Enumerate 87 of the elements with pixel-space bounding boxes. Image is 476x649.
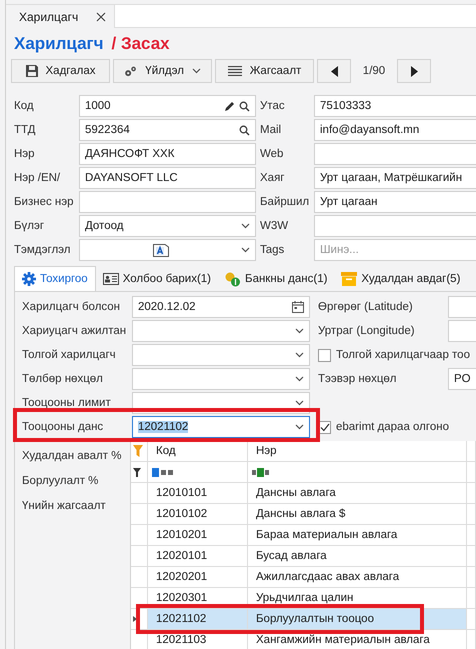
input-field[interactable]: ДАЯНСОФТ ХХК [79,143,256,165]
table-cell[interactable]: Дансны авлага $ [248,504,467,525]
table-row[interactable]: 12021102 Борлуулалтын тооцоо [131,609,476,630]
field-label: Төлбөр нөхцөл [22,373,104,385]
field-label: Харилцагч болсон [22,301,122,313]
date-field[interactable]: 2020.12.02 [132,296,310,318]
field-value: 12021102 [138,421,190,433]
table-cell[interactable]: Дансны авлага [248,483,467,504]
input-field[interactable]: DAYANSOFT LLC [79,167,256,189]
table-row[interactable]: 12010201 Бараа материалын авлага [131,525,476,546]
placeholder: Шинэ... [320,244,360,256]
table-cell[interactable]: 12020201 [148,567,248,588]
tab[interactable]: Банкны данс(1) [218,267,334,291]
field-value: 5922364 [85,124,131,136]
table-cell[interactable]: 12021103 [148,630,248,649]
tab[interactable]: Тохиргоо [14,266,96,291]
field-label: Худалдан авалт % [22,448,122,464]
table-row[interactable]: 12020201 Ажиллагсдаас авах авлага [131,567,476,588]
field-label: Үнийн жагсаалт [22,498,107,514]
field-value: 1000 [85,100,112,112]
field-label: Нэр [14,148,36,160]
table-cell[interactable]: 12021102 [148,609,248,630]
field-label: Тээвэр нөхцөл [317,373,398,385]
field-label: Борлуулалт % [22,474,100,488]
table-row[interactable]: 12021103 Хангамжийн материалын авлага [131,630,476,649]
toolbar-button[interactable]: Хадгалах [11,59,110,83]
field-value: DAYANSOFT LLC [85,172,179,184]
input-field[interactable]: 1000 [79,95,256,117]
input-field[interactable]: Урт цагаан, Матрёшкагийн [314,167,476,189]
tab[interactable]: Худалдан авдаг(5) [334,267,468,291]
field-value: ДАЯНСОФТ ХХК [85,148,176,160]
field-value: info@dayansoft.mn [320,124,420,136]
field-value: Дотоод [85,220,124,232]
field-label: Тооцооны данс [22,421,104,433]
page-title: Харилцагч [14,34,104,55]
input-field[interactable]: 5922364 [79,119,256,141]
toolbar-button[interactable]: Үйлдэл [113,59,212,83]
field-label: Уртраг (Longitude) [317,325,416,337]
select-field[interactable]: 12021102 [132,416,310,438]
table-cell[interactable]: Бусад авлага [248,546,467,567]
field-value: Урт цагаан, Матрёшкагийн [320,172,464,184]
field-label: Тооцооны лимит [22,397,112,409]
table-cell[interactable]: 12010101 [148,483,248,504]
checkbox-label: ebarimt дараа олгоно [336,421,449,433]
select-field[interactable]: Дотоод [79,215,256,237]
checkbox-label: Толгой харилцагчаар тоо [336,349,470,361]
field-label: Өргөрөг (Latitude) [317,301,414,313]
table-cell[interactable]: 12010201 [148,525,248,546]
toolbar-button[interactable]: Жагсаалт [215,59,314,83]
tab[interactable]: Холбоо барих(1) [96,267,218,291]
field-value: 75103333 [320,100,372,112]
table-cell[interactable]: Бараа материалын авлага [248,525,467,546]
field-label: Толгой харилцагч [22,349,117,361]
input-field[interactable]: PO [448,368,476,390]
table-cell[interactable]: Хангамжийн материалын авлага [248,630,467,649]
table-cell[interactable]: Ажиллагсдаас авах авлага [248,567,467,588]
table-row[interactable]: 12010102 Дансны авлага $ [131,504,476,525]
field-label: Тэмдэглэл [14,244,72,256]
table-row[interactable]: 12010101 Дансны авлага [131,483,476,504]
field-label: ТТД [14,124,36,136]
page-subtitle: / Засах [112,34,170,55]
field-label: Web [259,148,284,160]
field-value: PO [454,373,471,385]
field-label: Нэр /EN/ [14,172,62,184]
field-value: Урт цагаан [320,196,378,208]
column-header[interactable]: Код [148,441,248,462]
input-field[interactable]: info@dayansoft.mn [314,119,476,141]
input-field[interactable]: Урт цагаан [314,191,476,213]
field-label: W3W [259,220,290,232]
field-value: 2020.12.02 [138,301,197,313]
field-label: Бүлэг [14,220,46,232]
document-tab[interactable]: Харилцагч [6,5,116,28]
field-label: Бизнес нэр [14,196,75,208]
input-field[interactable]: 75103333 [314,95,476,117]
table-cell[interactable]: Борлуулалтын тооцоо [248,609,467,630]
field-label: Tags [259,244,286,256]
field-label: Хаяг [259,172,286,184]
field-label: Хариуцагч ажилтан [22,325,128,337]
pager-text: 1/90 [362,65,386,77]
table-row[interactable]: 12020101 Бусад авлага [131,546,476,567]
table-cell[interactable]: 12020101 [148,546,248,567]
field-label: Mail [259,124,282,136]
field-label: Байршил [259,196,310,208]
table-cell[interactable]: 12010102 [148,504,248,525]
column-header[interactable]: Нэр [248,441,467,462]
field-label: Код [14,100,35,112]
field-label: Утас [259,100,286,112]
